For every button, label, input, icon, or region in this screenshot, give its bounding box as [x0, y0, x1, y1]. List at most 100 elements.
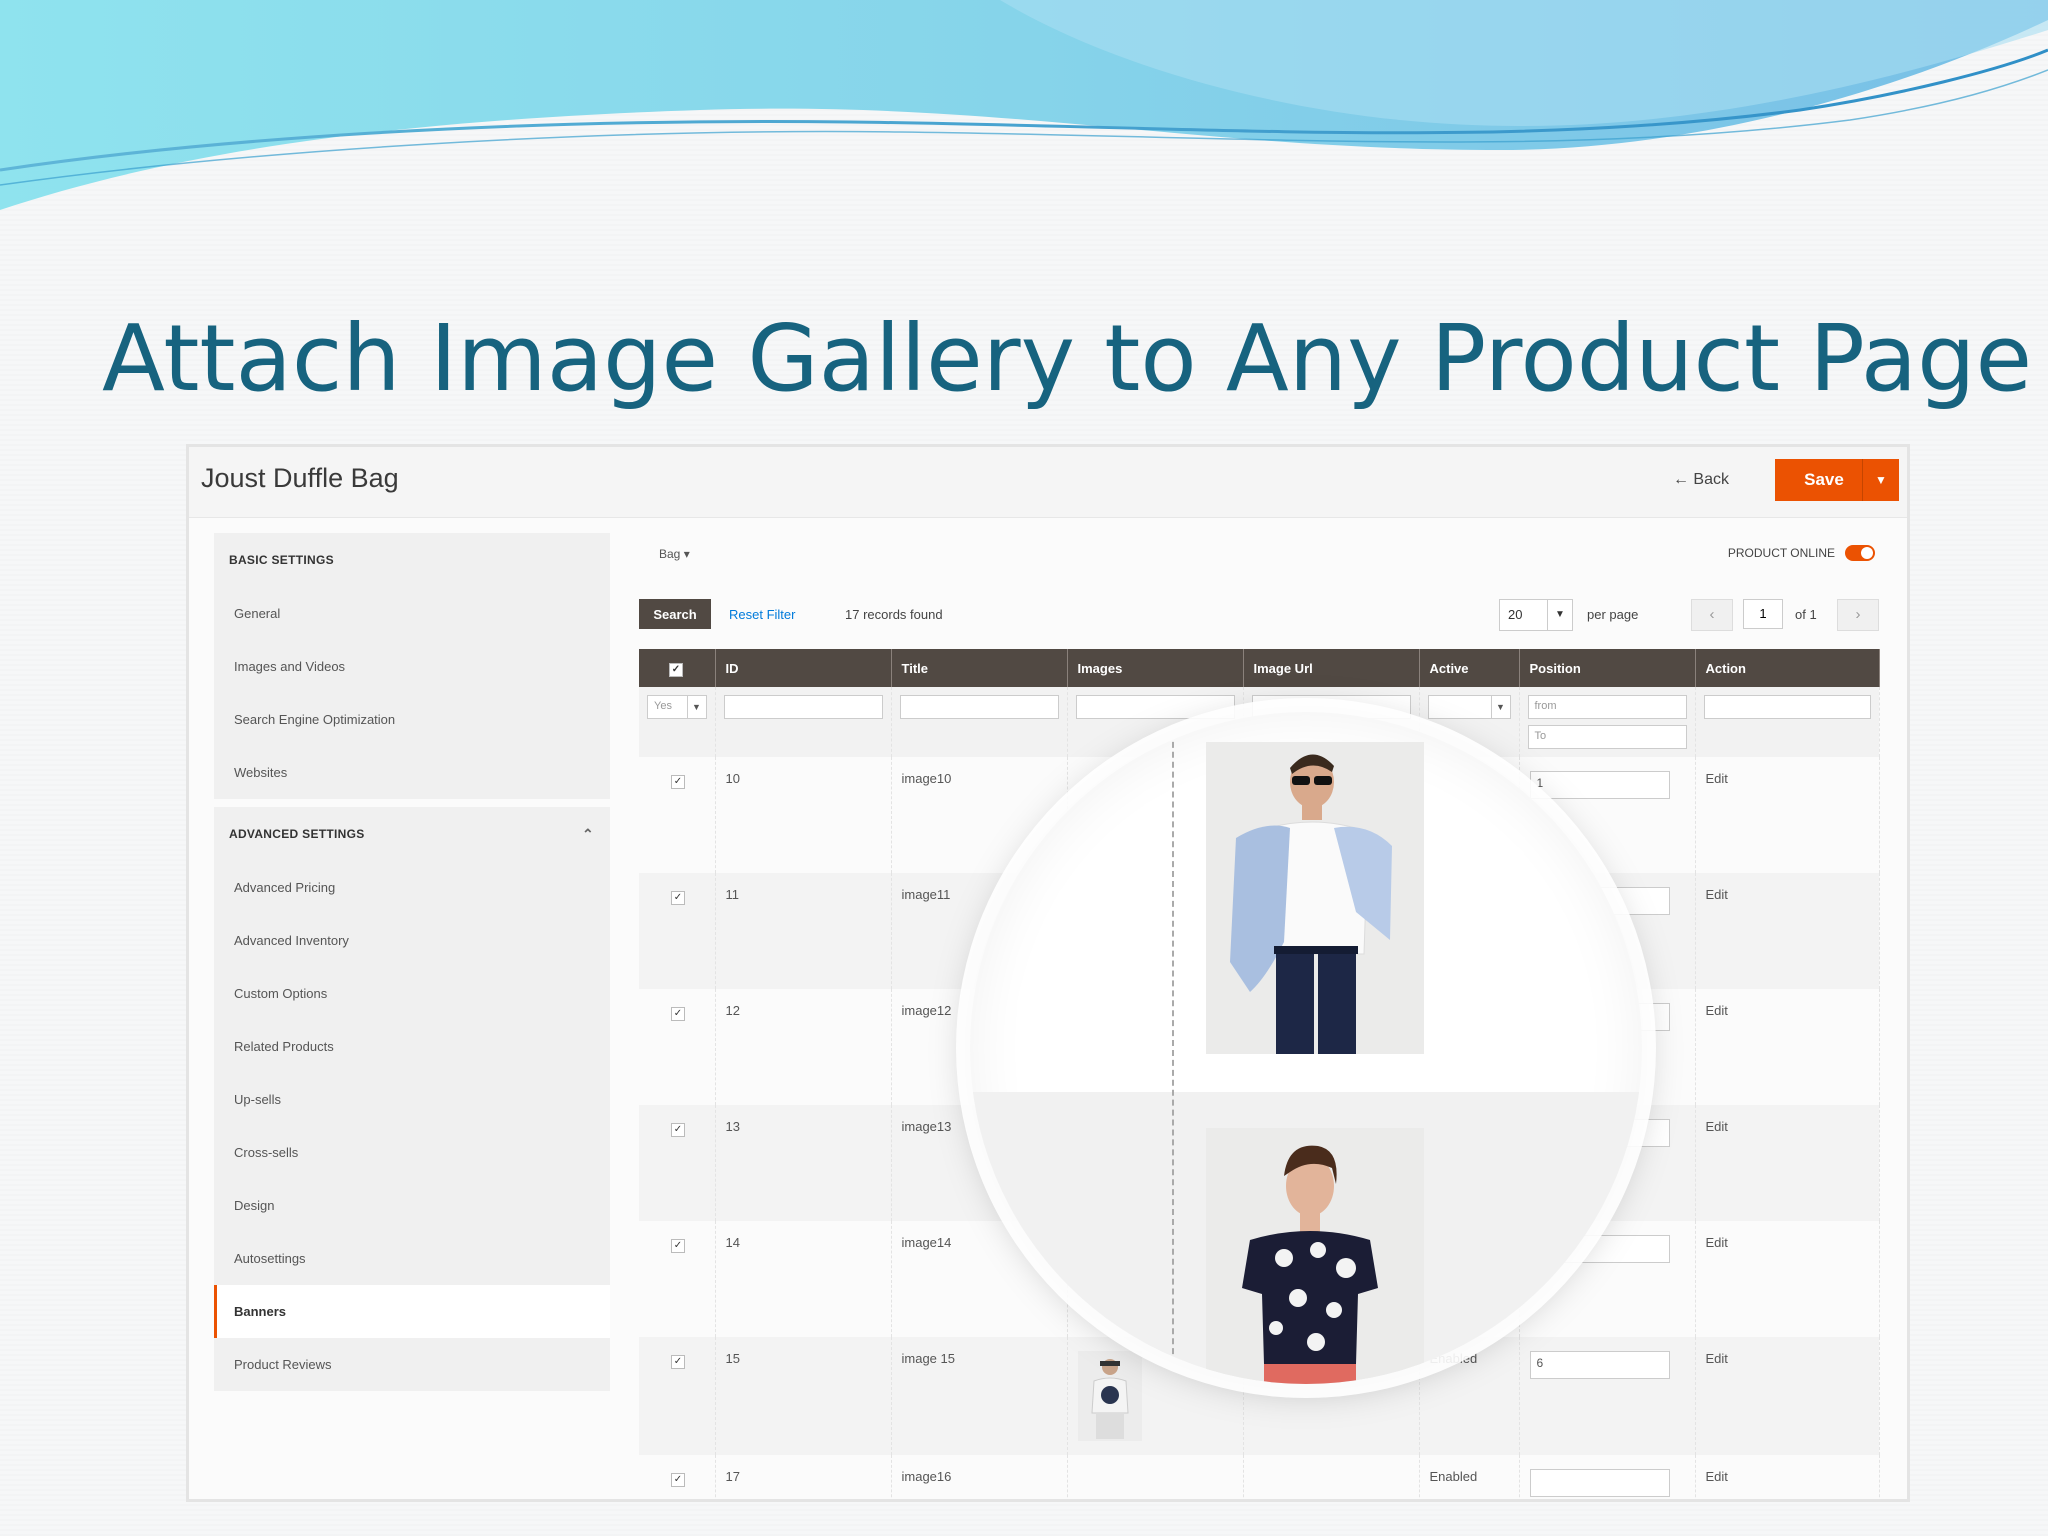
column-header-active[interactable]: Active [1419, 649, 1520, 687]
back-label: Back [1693, 471, 1729, 488]
product-online-toggle[interactable] [1845, 545, 1875, 561]
sidebar-basic-header[interactable]: BASIC SETTINGS [214, 533, 610, 587]
product-online-label: PRODUCT ONLINE [1727, 546, 1835, 560]
column-header-position[interactable]: Position [1519, 649, 1696, 687]
product-online-toggle-group: PRODUCT ONLINE [1728, 545, 1875, 561]
sidebar-item-websites[interactable]: Websites [214, 746, 610, 799]
row-checkbox[interactable]: ✓ [671, 1123, 685, 1137]
slide-title: Attach Image Gallery to Any Product Page [102, 305, 2033, 412]
sidebar-item-design[interactable]: Design [214, 1179, 610, 1232]
back-button[interactable]: ← Back [1673, 471, 1729, 489]
sidebar-item-advanced-inventory[interactable]: Advanced Inventory [214, 914, 610, 967]
per-page-value: 20 [1508, 607, 1523, 622]
select-filter[interactable]: Yes ▼ [647, 695, 707, 719]
row-id: 15 [715, 1337, 892, 1455]
page-number-input[interactable]: 1 [1743, 599, 1783, 629]
page-count: of 1 [1795, 607, 1817, 622]
row-id: 14 [715, 1221, 892, 1337]
row-edit-link[interactable]: Edit [1706, 1469, 1728, 1484]
sidebar-item-banners[interactable]: Banners [214, 1285, 610, 1338]
sidebar-item-general[interactable]: General [214, 587, 610, 640]
chevron-left-icon: ‹ [1709, 606, 1715, 623]
arrow-left-icon: ← [1672, 471, 1689, 488]
select-filter-value: Yes [654, 700, 672, 712]
images-filter-input[interactable] [1075, 695, 1235, 719]
chevron-up-icon: ⌃ [581, 826, 594, 842]
header-wave-decoration [0, 0, 2048, 210]
row-position-input[interactable]: 1 [1529, 771, 1670, 799]
position-from-input[interactable]: from [1527, 695, 1687, 719]
column-header-action[interactable]: Action [1695, 649, 1880, 687]
grid-toolbar: Search Reset Filter 17 records found 20 … [639, 599, 1887, 631]
magnifier-lens [970, 712, 1642, 1384]
prev-page-button[interactable]: ‹ [1691, 599, 1733, 631]
id-filter-input[interactable] [723, 695, 883, 719]
page-title: Joust Duffle Bag [201, 463, 399, 493]
slide: Attach Image Gallery to Any Product Page… [0, 0, 2048, 1536]
chevron-down-icon: ▾ [683, 547, 690, 561]
save-button[interactable]: Save ▼ [1775, 459, 1899, 501]
chevron-down-icon: ▼ [1547, 600, 1572, 630]
reset-filter-link[interactable]: Reset Filter [729, 607, 795, 622]
row-image-url [1243, 1455, 1420, 1499]
column-header-images[interactable]: Images [1067, 649, 1244, 687]
sidebar-advanced-label: ADVANCED SETTINGS [229, 827, 365, 841]
records-found: 17 records found [845, 607, 943, 622]
row-edit-link[interactable]: Edit [1706, 771, 1728, 786]
row-id: 11 [715, 873, 892, 989]
action-filter-input[interactable] [1703, 695, 1871, 719]
row-edit-link[interactable]: Edit [1706, 887, 1728, 902]
sidebar-item-advanced-pricing[interactable]: Advanced Pricing [214, 861, 610, 914]
row-checkbox[interactable]: ✓ [671, 1473, 685, 1487]
row-position-input[interactable] [1529, 1469, 1670, 1497]
active-filter-select[interactable]: ▼ [1427, 695, 1511, 719]
row-edit-link[interactable]: Edit [1706, 1119, 1728, 1134]
row-checkbox[interactable]: ✓ [671, 1007, 685, 1021]
sidebar: BASIC SETTINGS General Images and Videos… [214, 533, 610, 1433]
row-id: 17 [715, 1455, 892, 1499]
sidebar-item-up-sells[interactable]: Up-sells [214, 1073, 610, 1126]
woman-floral-image [1206, 1128, 1424, 1384]
position-to-input[interactable]: To [1527, 725, 1687, 749]
per-page-label: per page [1587, 607, 1639, 622]
magnifier-column-divider [1172, 712, 1174, 1384]
column-header-id[interactable]: ID [715, 649, 892, 687]
sidebar-item-images-videos[interactable]: Images and Videos [214, 640, 610, 693]
row-checkbox[interactable]: ✓ [671, 891, 685, 905]
chevron-right-icon: › [1855, 606, 1861, 623]
sidebar-item-seo[interactable]: Search Engine Optimization [214, 693, 610, 746]
row-edit-link[interactable]: Edit [1706, 1351, 1728, 1366]
store-switcher-label: Bag [659, 547, 681, 561]
row-image [1067, 1455, 1244, 1499]
sidebar-item-related-products[interactable]: Related Products [214, 1020, 610, 1073]
search-button[interactable]: Search [639, 599, 711, 629]
row-id: 13 [715, 1105, 892, 1221]
column-header-image-url[interactable]: Image Url [1243, 649, 1420, 687]
row-edit-link[interactable]: Edit [1706, 1235, 1728, 1250]
row-checkbox[interactable]: ✓ [671, 775, 685, 789]
title-filter-input[interactable] [899, 695, 1059, 719]
row-checkbox[interactable]: ✓ [671, 1239, 685, 1253]
sidebar-item-custom-options[interactable]: Custom Options [214, 967, 610, 1020]
sidebar-advanced-header[interactable]: ADVANCED SETTINGS ⌃ [214, 807, 610, 861]
page-header: Joust Duffle Bag ← Back Save ▼ [189, 447, 1907, 518]
sidebar-item-cross-sells[interactable]: Cross-sells [214, 1126, 610, 1179]
save-dropdown-icon[interactable]: ▼ [1862, 459, 1899, 501]
man-jacket-photo [1206, 742, 1424, 1054]
column-header-title[interactable]: Title [891, 649, 1068, 687]
sidebar-item-product-reviews[interactable]: Product Reviews [214, 1338, 610, 1391]
per-page-select[interactable]: 20 ▼ [1499, 599, 1573, 631]
sidebar-item-autosettings[interactable]: Autosettings [214, 1232, 610, 1285]
row-edit-link[interactable]: Edit [1706, 1003, 1728, 1018]
row-checkbox[interactable]: ✓ [671, 1355, 685, 1369]
column-header-select[interactable]: ✓ [639, 649, 716, 687]
man-jacket-image [1206, 742, 1424, 1054]
table-row[interactable]: ✓ 17 image16 Enabled Edit [639, 1455, 1880, 1499]
chevron-down-icon: ▼ [686, 696, 706, 718]
chevron-down-icon: ▼ [1490, 696, 1510, 718]
row-id: 12 [715, 989, 892, 1105]
store-switcher[interactable]: Bag ▾ [659, 547, 690, 561]
row-id: 10 [715, 757, 892, 873]
select-all-checkbox[interactable]: ✓ [669, 662, 683, 677]
next-page-button[interactable]: › [1837, 599, 1879, 631]
